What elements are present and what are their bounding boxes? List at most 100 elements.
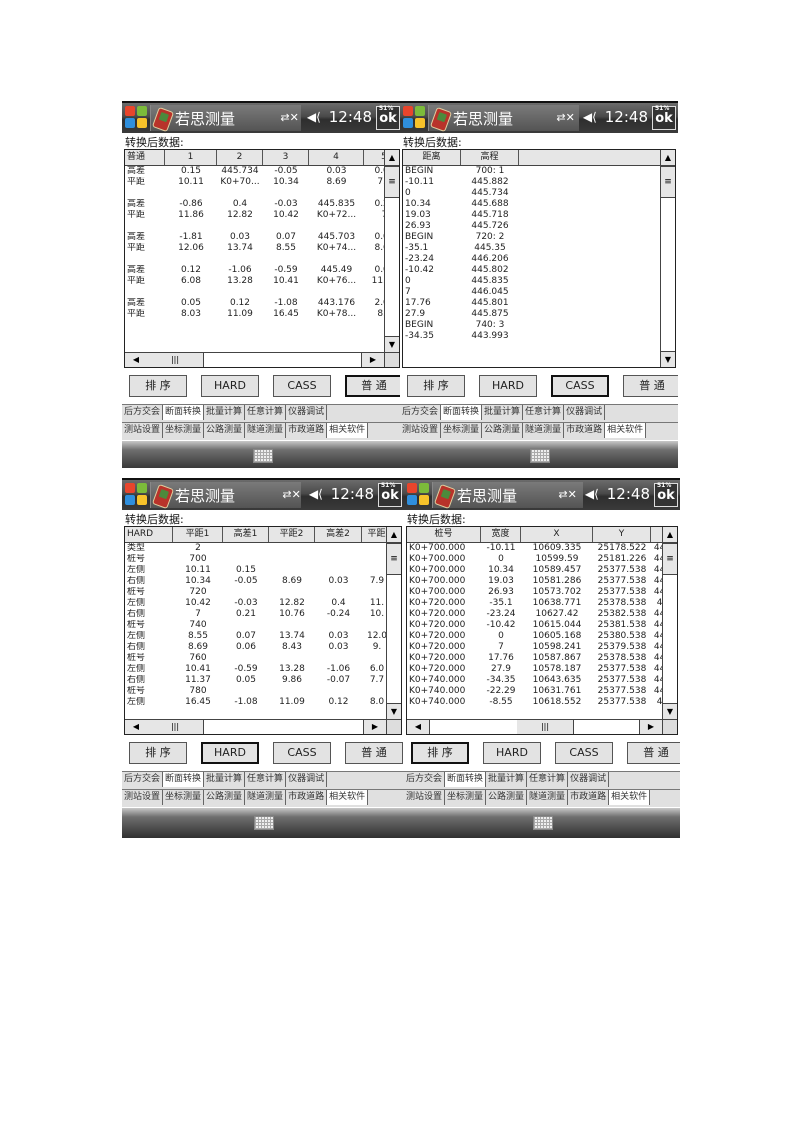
tab-1[interactable]: 断面转换 [163,405,205,420]
column-header[interactable]: 4 [309,150,364,165]
scroll-up-arrow-icon[interactable]: ▲ [663,527,677,543]
scroll-left-arrow-icon[interactable]: ◀ [407,720,430,734]
table-row[interactable]: 右侧 7 0.21 10.76 -0.24 10. [125,609,392,620]
tab-8[interactable]: 隧道测量 [245,423,287,438]
scroll-down-arrow-icon[interactable]: ▼ [385,336,399,352]
tab-2[interactable]: 批量计算 [482,405,524,420]
hard-button[interactable]: HARD [201,375,259,397]
column-header[interactable]: 桩号 [407,527,481,542]
tab-2[interactable]: 批量计算 [204,772,246,787]
table-row[interactable]: K0+700.00010.3410589.45725377.538445.688 [407,565,677,576]
scroll-right-arrow-icon[interactable]: ▶ [361,353,384,367]
column-header[interactable]: 宽度 [481,527,521,542]
table-row[interactable]: K0+740.000-8.5510618.55225377.538445.77 [407,697,677,708]
cass-button[interactable]: CASS [273,742,331,764]
table-row[interactable]: 高差0.050.12-1.08443.1762.04 [125,298,399,309]
tab-4[interactable]: 仪器调试 [564,405,606,420]
speaker-muted-icon[interactable]: ◀⟨ [307,110,321,124]
table-row[interactable]: 17.76 445.801 [403,298,519,309]
vertical-scrollbar[interactable]: ▲ ≡ ▼ [386,527,401,719]
speaker-muted-icon[interactable]: ◀⟨ [585,487,599,501]
table-row[interactable]: K0+720.000710598.24125379.538446.045 [407,642,677,653]
windows-start-icon[interactable] [125,106,149,130]
table-row[interactable]: 类型 2 [125,543,392,554]
sort-button[interactable]: 排 序 [411,742,469,764]
tab-3[interactable]: 任意计算 [245,405,287,420]
data-grid[interactable]: 桩号宽度XYHK0+700.000-10.1110609.33525178.52… [406,526,678,735]
tab-10[interactable]: 相关软件 [327,790,369,805]
table-row[interactable] [125,221,399,232]
scroll-thumb[interactable]: ≡ [661,166,675,198]
app-title-box[interactable]: 若思测量 [150,105,301,133]
cass-button[interactable]: CASS [273,375,331,397]
sort-button[interactable]: 排 序 [407,375,465,397]
table-row[interactable]: 桩号 760 [125,653,392,664]
tab-6[interactable]: 坐标测量 [441,423,483,438]
tab-6[interactable]: 坐标测量 [163,423,205,438]
table-row[interactable]: BEGIN 720: 2 [403,232,519,243]
scroll-thumb[interactable]: ≡ [663,543,677,575]
clock[interactable]: 12:48 [329,108,372,126]
table-row[interactable]: K0+720.000-23.2410627.4225382.538446.206 [407,609,677,620]
ok-button[interactable]: 51% ok [654,482,678,507]
table-row[interactable]: 右侧 8.69 0.06 8.43 0.03 9. [125,642,392,653]
table-row[interactable]: 右侧 11.37 0.05 9.86 -0.07 7.7 [125,675,392,686]
clock[interactable]: 12:48 [605,108,648,126]
tab-3[interactable]: 任意计算 [527,772,569,787]
table-row[interactable]: 高差0.15445.734-0.050.030.01 [125,166,399,177]
table-row[interactable]: 左侧 10.11 0.15 [125,565,392,576]
tab-0[interactable]: 后方交会 [122,772,164,787]
hard-button[interactable]: HARD [483,742,541,764]
tab-6[interactable]: 坐标测量 [163,790,205,805]
scroll-down-arrow-icon[interactable]: ▼ [387,703,401,719]
tab-9[interactable]: 市政道路 [568,790,610,805]
connectivity-x-icon[interactable]: ⇄✕ [280,111,298,124]
tab-9[interactable]: 市政道路 [286,790,328,805]
tab-5[interactable]: 测站设置 [400,423,442,438]
tab-10[interactable]: 相关软件 [609,790,651,805]
tab-7[interactable]: 公路测量 [204,423,246,438]
horizontal-scroll-thumb[interactable]: ||| [147,720,204,734]
vertical-scrollbar[interactable]: ▲ ≡ ▼ [384,150,399,352]
normal-button[interactable]: 普 通 [345,742,403,764]
table-row[interactable]: K0+720.000010605.16825380.538445.835 [407,631,677,642]
table-row[interactable]: 高差0.12-1.06-0.59445.490.05 [125,265,399,276]
table-row[interactable]: 10.34 445.688 [403,199,519,210]
tab-7[interactable]: 公路测量 [486,790,528,805]
tab-5[interactable]: 测站设置 [122,790,164,805]
table-row[interactable]: 27.9 445.875 [403,309,519,320]
table-row[interactable]: 0 445.734 [403,188,519,199]
speaker-muted-icon[interactable]: ◀⟨ [583,110,597,124]
table-row[interactable]: 平距11.8612.8210.42K0+72...7 [125,210,399,221]
data-grid[interactable]: HARD 平距1 高差1 平距2 高差2 平距 类型 2 桩号 700 左侧 10.11 0.15 右侧 1… [124,526,402,735]
normal-button[interactable]: 普 通 [345,375,402,397]
horizontal-scroll-thumb[interactable]: ||| [517,720,574,734]
table-row[interactable]: K0+720.00027.910578.18725377.538445.875 [407,664,677,675]
tab-7[interactable]: 公路测量 [482,423,524,438]
table-row[interactable]: 平距10.11K0+70...10.348.697.9 [125,177,399,188]
table-row[interactable]: 7 446.045 [403,287,519,298]
column-header[interactable]: X [521,527,593,542]
tab-2[interactable]: 批量计算 [204,405,246,420]
app-title-box[interactable]: 若思测量 [150,482,301,510]
tab-0[interactable]: 后方交会 [404,772,446,787]
column-header[interactable]: 1 [165,150,217,165]
sort-button[interactable]: 排 序 [129,742,187,764]
horizontal-scroll-thumb[interactable]: ||| [147,353,204,367]
column-header[interactable]: 距离 [403,150,461,165]
table-row[interactable]: 桩号 740 [125,620,392,631]
windows-start-icon[interactable] [407,483,431,507]
table-row[interactable]: 平距6.0813.2810.41K0+76...11.37 [125,276,399,287]
connectivity-x-icon[interactable]: ⇄✕ [556,111,574,124]
cass-button[interactable]: CASS [555,742,613,764]
hard-button[interactable]: HARD [479,375,537,397]
table-row[interactable]: K0+720.00017.7610587.86725378.538445.801 [407,653,677,664]
table-row[interactable]: K0+700.000010599.5925181.226445.734 [407,554,677,565]
table-row[interactable]: -35.1 445.35 [403,243,519,254]
column-header[interactable]: 高差2 [315,527,362,542]
table-row[interactable]: 桩号 780 [125,686,392,697]
column-header[interactable] [519,150,667,165]
table-row[interactable]: 左侧 10.41 -0.59 13.28 -1.06 6.0 [125,664,392,675]
keyboard-icon[interactable] [530,449,550,463]
data-grid[interactable]: 普通12345高差0.15445.734-0.050.030.01平距10.11… [124,149,400,368]
